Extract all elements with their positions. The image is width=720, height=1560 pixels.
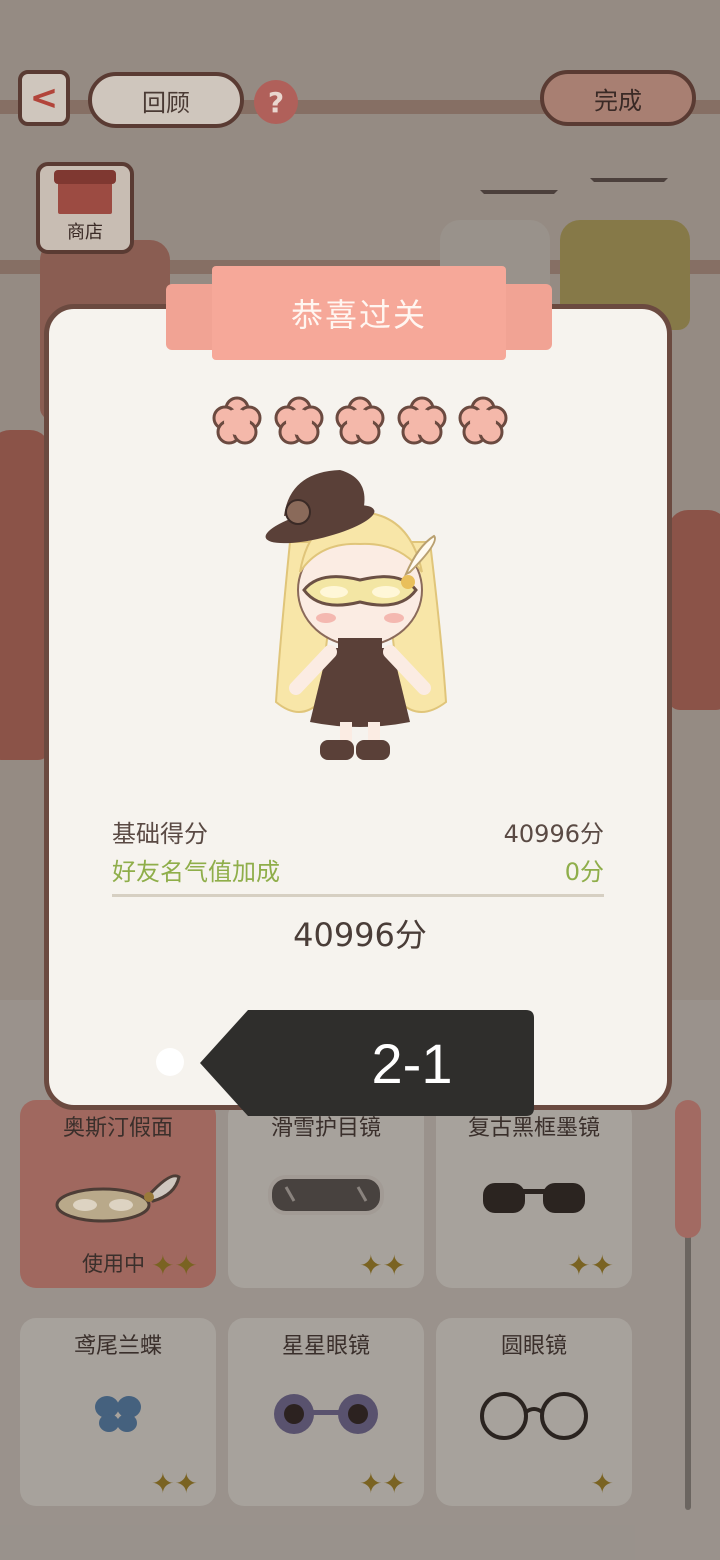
help-icon[interactable]: ? — [254, 80, 298, 124]
sparkle-icon: ✦ — [590, 1467, 614, 1500]
bonus-label: 好友名气值加成 — [112, 858, 280, 886]
round-glasses-icon — [436, 1374, 632, 1454]
back-arrow-icon: < — [29, 78, 59, 118]
base-score-value: 40996分 — [503, 820, 604, 848]
sparkle-icon: ✦✦ — [359, 1249, 406, 1282]
item-name: 奥斯汀假面 — [62, 1116, 173, 1141]
item-name: 星星眼镜 — [281, 1334, 370, 1359]
flower-star-icon — [212, 396, 262, 445]
item-card[interactable]: 圆眼镜 ✦ — [436, 1318, 632, 1506]
level-tag: 2-1 — [200, 1010, 534, 1116]
dialog-title: 恭喜过关 — [212, 266, 506, 360]
sparkle-icon: ✦✦ — [567, 1249, 614, 1282]
retro-sunglasses-icon — [436, 1156, 632, 1236]
item-card[interactable]: 鸢尾兰蝶 ✦✦ — [20, 1318, 216, 1506]
item-name: 鸢尾兰蝶 — [73, 1334, 162, 1359]
sparkle-icon: ✦✦ — [359, 1467, 406, 1500]
dressed-character — [265, 470, 448, 760]
flower-star-icon — [274, 396, 323, 445]
score-divider — [112, 894, 604, 897]
shop-label: 商店 — [67, 222, 103, 243]
sparkle-icon: ✦✦ — [151, 1249, 198, 1282]
masquerade-mask-icon — [20, 1156, 216, 1236]
base-score-row: 基础得分 40996分 — [112, 814, 604, 849]
in-use-label: 使用中 — [82, 1252, 145, 1276]
ski-goggles-icon — [228, 1156, 424, 1236]
item-name: 圆眼镜 — [500, 1334, 567, 1359]
shop-icon — [54, 170, 116, 214]
review-button[interactable]: 回顾 — [88, 72, 244, 128]
item-scrollbar[interactable] — [675, 1100, 701, 1510]
item-card[interactable]: 星星眼镜 ✦✦ — [228, 1318, 424, 1506]
back-button[interactable]: < — [18, 70, 70, 126]
bonus-value: 0分 — [564, 858, 604, 886]
star-rating — [212, 396, 508, 446]
scroll-thumb[interactable] — [675, 1100, 701, 1238]
title-ribbon: 恭喜过关 — [166, 266, 552, 360]
flower-star-icon — [397, 396, 446, 445]
done-button[interactable]: 完成 — [540, 70, 696, 126]
item-card[interactable]: 滑雪护目镜 ✦✦ — [228, 1100, 424, 1288]
level-number: 2-1 — [371, 1031, 453, 1095]
flower-glasses-icon — [228, 1374, 424, 1454]
sparkle-icon: ✦✦ — [151, 1467, 198, 1500]
item-card[interactable]: 复古黑框墨镜 ✦✦ — [436, 1100, 632, 1288]
flower-star-icon — [335, 396, 385, 445]
tutorial-dot — [156, 1048, 184, 1076]
total-score: 40996分 — [293, 916, 427, 954]
bonus-row: 好友名气值加成 0分 — [112, 852, 604, 887]
shop-button[interactable]: 商店 — [36, 162, 134, 254]
base-score-label: 基础得分 — [112, 820, 208, 848]
butterfly-icon — [20, 1374, 216, 1454]
flower-star-icon — [458, 396, 508, 445]
item-card[interactable]: 奥斯汀假面 使用中 ✦✦ — [20, 1100, 216, 1288]
